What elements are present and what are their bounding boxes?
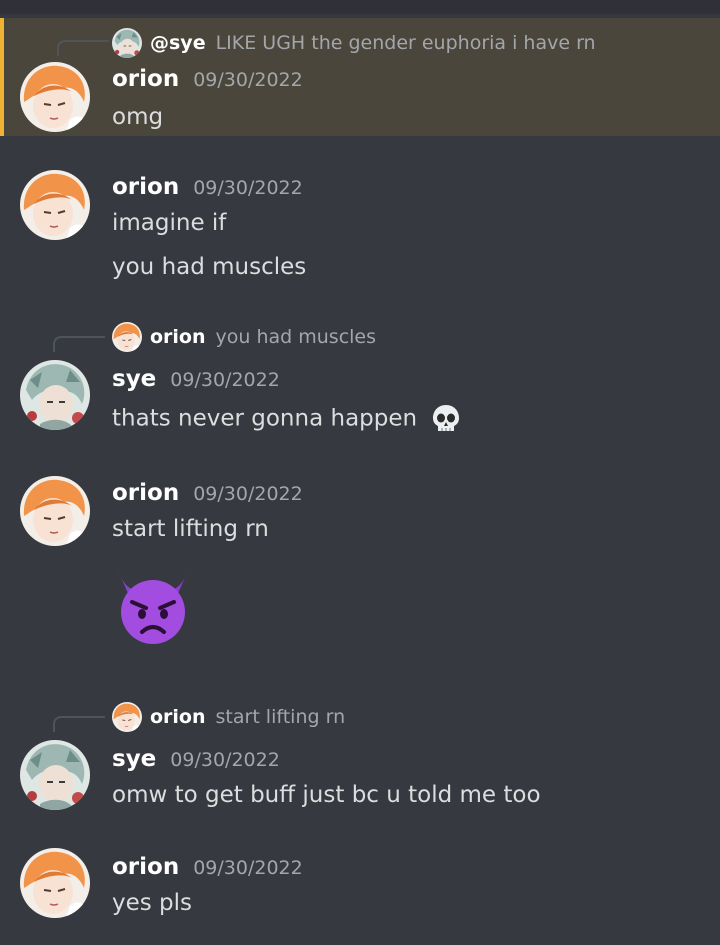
message-item[interactable]: orion start lifting rn sye 09/30/2022 omw… — [0, 698, 720, 818]
timestamp: 09/30/2022 — [193, 857, 303, 879]
reply-spine — [57, 40, 109, 56]
message-header: sye 09/30/2022 — [112, 746, 280, 772]
message-header: orion 09/30/2022 — [112, 66, 303, 92]
timestamp: 09/30/2022 — [170, 369, 280, 391]
avatar[interactable] — [20, 170, 90, 240]
skull-icon — [433, 405, 460, 431]
message-header: sye 09/30/2022 — [112, 366, 280, 392]
message-header: orion 09/30/2022 — [112, 480, 303, 506]
message-text: thats never gonna happen — [112, 405, 418, 432]
reply-author[interactable]: orion — [150, 706, 206, 728]
message-item[interactable]: orion 09/30/2022 yes pls — [0, 846, 720, 936]
timestamp: 09/30/2022 — [193, 483, 303, 505]
reply-avatar[interactable] — [112, 28, 142, 58]
reply-author[interactable]: @sye — [150, 32, 206, 54]
reply-preview[interactable]: orion you had muscles — [112, 322, 376, 352]
message-header: orion 09/30/2022 — [112, 854, 303, 880]
avatar[interactable] — [20, 848, 90, 918]
reply-text[interactable]: LIKE UGH the gender euphoria i have rn — [216, 32, 596, 54]
message-text: omg — [112, 104, 164, 130]
top-bar — [0, 0, 720, 14]
author-name[interactable]: orion — [112, 480, 179, 506]
reply-avatar[interactable] — [112, 322, 142, 352]
reply-spine — [53, 716, 105, 732]
message-text: start lifting rn — [112, 516, 269, 542]
author-name[interactable]: sye — [112, 366, 156, 392]
reply-preview[interactable]: orion start lifting rn — [112, 702, 345, 732]
avatar[interactable] — [20, 476, 90, 546]
avatar[interactable] — [20, 360, 90, 430]
reply-text[interactable]: you had muscles — [216, 326, 377, 348]
reply-text[interactable]: start lifting rn — [216, 706, 346, 728]
message-text-row: thats never gonna happen — [112, 404, 460, 434]
timestamp: 09/30/2022 — [193, 69, 303, 91]
author-name[interactable]: orion — [112, 854, 179, 880]
message-item[interactable]: @sye LIKE UGH the gender euphoria i have… — [0, 18, 720, 136]
reply-avatar[interactable] — [112, 702, 142, 732]
message-item[interactable]: orion you had muscles sye 09/30/2022 that… — [0, 318, 720, 448]
reply-spine — [53, 336, 105, 352]
reply-preview[interactable]: @sye LIKE UGH the gender euphoria i have… — [112, 28, 596, 58]
message-text: imagine if — [112, 210, 227, 236]
angry-devil-emoji — [118, 570, 188, 644]
timestamp: 09/30/2022 — [193, 177, 303, 199]
avatar[interactable] — [20, 740, 90, 810]
message-item[interactable]: orion 09/30/2022 imagine if you had muscl… — [0, 166, 720, 296]
message-text: you had muscles — [112, 254, 307, 280]
reply-author[interactable]: orion — [150, 326, 206, 348]
author-name[interactable]: orion — [112, 66, 179, 92]
message-header: orion 09/30/2022 — [112, 174, 303, 200]
message-item[interactable]: orion 09/30/2022 start lifting rn — [0, 472, 720, 662]
message-text: yes pls — [112, 890, 193, 916]
message-text: omw to get buff just bc u told me too — [112, 782, 541, 808]
author-name[interactable]: sye — [112, 746, 156, 772]
timestamp: 09/30/2022 — [170, 749, 280, 771]
author-name[interactable]: orion — [112, 174, 179, 200]
avatar[interactable] — [20, 62, 90, 132]
